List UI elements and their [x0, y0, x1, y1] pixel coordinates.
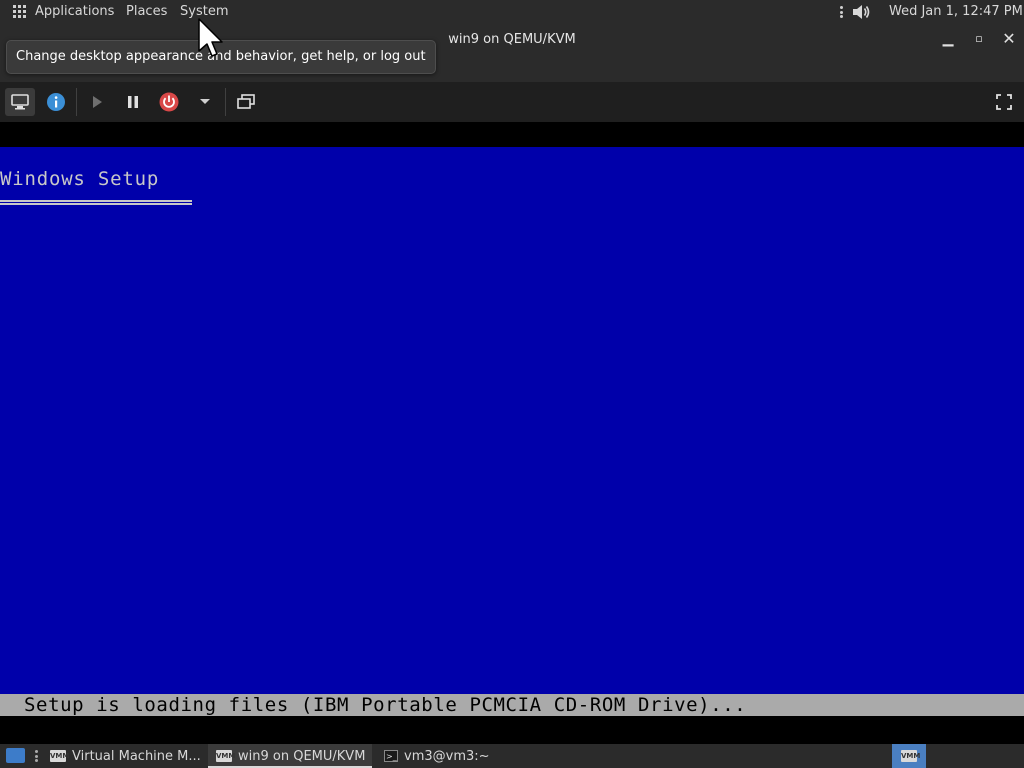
shutdown-icon[interactable]: [154, 88, 184, 116]
pause-icon[interactable]: [118, 88, 148, 116]
terminal-icon: >_: [384, 750, 398, 762]
close-icon[interactable]: ✕: [1000, 30, 1018, 48]
vmm-icon: VMM: [901, 750, 921, 762]
top-panel: Applications Places System Wed Jan 1, 12…: [0, 0, 1024, 24]
task-label: vm3@vm3:~: [404, 748, 490, 764]
volume-icon[interactable]: [851, 3, 871, 21]
vm-toolbar: [0, 82, 1024, 122]
maximize-icon[interactable]: ▫: [970, 30, 988, 48]
places-menu[interactable]: Places: [126, 4, 167, 19]
task-virtual-machine-manager[interactable]: VMM Virtual Machine M...: [44, 744, 210, 768]
setup-status-text: Setup is loading files (IBM Portable PCM…: [24, 694, 747, 716]
taskbar-handle-icon[interactable]: [35, 750, 38, 762]
task-terminal[interactable]: >_ vm3@vm3:~: [376, 744, 490, 768]
run-icon[interactable]: [82, 88, 112, 116]
minimize-icon[interactable]: ▁: [939, 30, 957, 48]
setup-status-bar: Setup is loading files (IBM Portable PCM…: [0, 694, 1024, 716]
system-menu[interactable]: System: [180, 4, 228, 19]
guest-screen[interactable]: [0, 147, 1024, 716]
workspace-switcher[interactable]: VMM: [892, 744, 926, 768]
mouse-cursor-icon: [198, 18, 223, 57]
setup-title-underline: [0, 200, 192, 205]
tray-handle-icon[interactable]: [840, 6, 843, 18]
task-label: win9 on QEMU/KVM: [238, 748, 366, 764]
bottom-taskbar: VMM Virtual Machine M... VMM win9 on QEM…: [0, 744, 1024, 768]
setup-title: Windows Setup: [0, 168, 160, 190]
applications-menu[interactable]: Applications: [35, 4, 114, 19]
task-label: Virtual Machine M...: [72, 748, 201, 764]
shutdown-menu-icon[interactable]: [190, 88, 220, 116]
details-icon[interactable]: [41, 88, 71, 116]
vmm-icon: VMM: [216, 750, 236, 762]
show-desktop-icon[interactable]: [6, 748, 25, 763]
console-icon[interactable]: [5, 88, 35, 116]
clock[interactable]: Wed Jan 1, 12:47 PM: [889, 4, 1023, 19]
snapshots-icon[interactable]: [231, 88, 261, 116]
task-win9-console[interactable]: VMM win9 on QEMU/KVM: [208, 744, 372, 768]
fullscreen-icon[interactable]: [989, 88, 1019, 116]
vmm-icon: VMM: [50, 750, 70, 762]
apps-grid-icon[interactable]: [13, 5, 27, 19]
